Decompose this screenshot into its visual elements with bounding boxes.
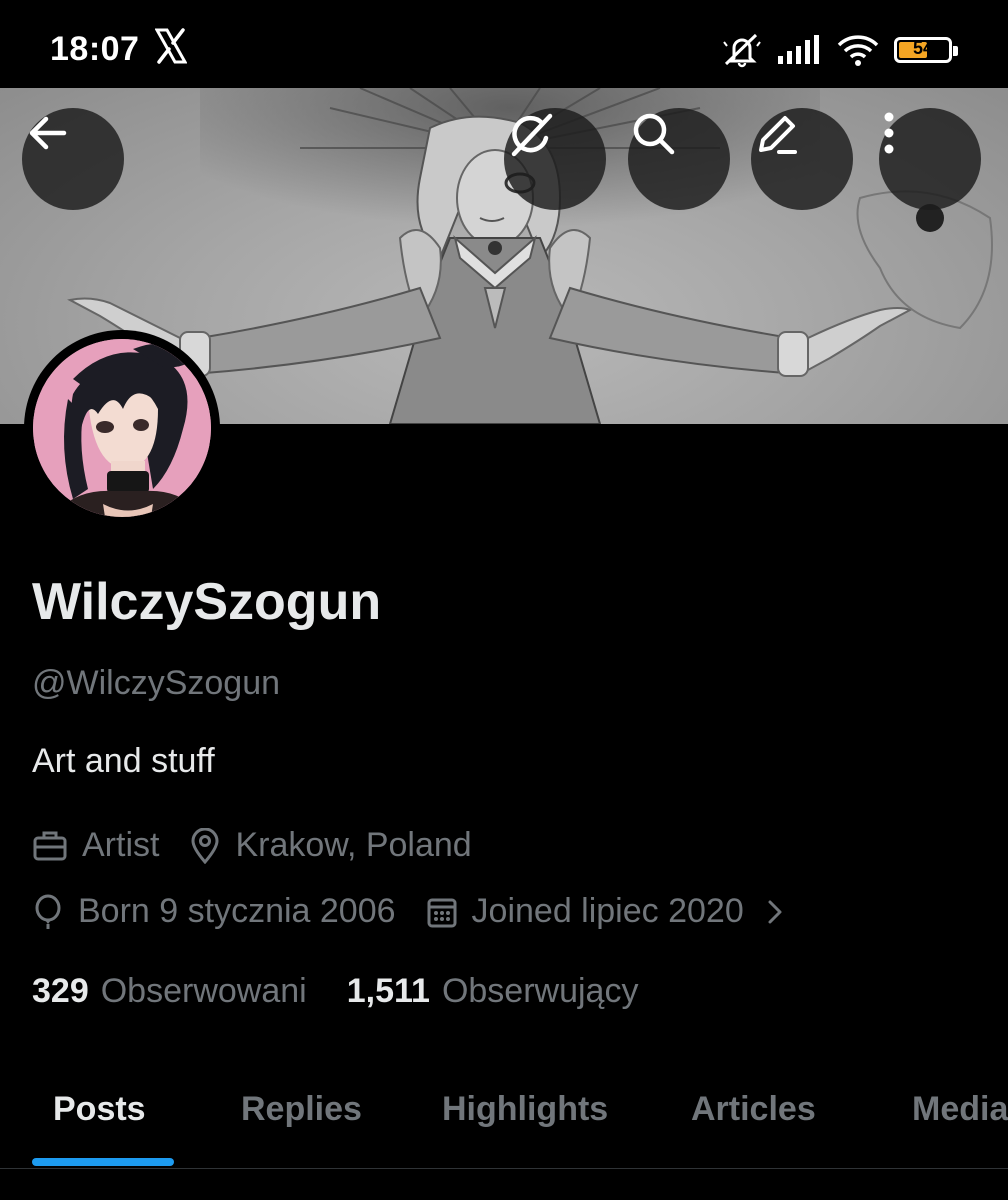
balloon-icon: [35, 894, 61, 929]
following-link[interactable]: 329 Obserwowani: [32, 972, 307, 1011]
follow-stats: 329 Obserwowani 1,511 Obserwujący: [32, 972, 678, 1011]
tab-posts[interactable]: Posts: [53, 1090, 146, 1129]
signal-icon: [778, 35, 819, 64]
edit-button[interactable]: [751, 108, 853, 210]
joined-item[interactable]: Joined lipiec 2020: [426, 892, 784, 931]
battery-icon: 54: [894, 37, 958, 63]
active-tab-indicator: [32, 1158, 174, 1166]
tab-articles[interactable]: Articles: [691, 1090, 816, 1129]
grok-button[interactable]: [504, 108, 606, 210]
avatar-artwork: [33, 339, 211, 517]
x-logo-icon: [155, 28, 187, 64]
profile-meta-row-2: Born 9 stycznia 2006 Joined lipiec 2020: [32, 892, 814, 931]
profession-text: Artist: [82, 826, 160, 864]
battery-level: 54: [912, 38, 934, 58]
grok-icon: [511, 113, 553, 157]
tab-media[interactable]: Media: [912, 1090, 1008, 1129]
briefcase-icon: [33, 831, 67, 860]
mute-icon: [723, 33, 761, 68]
search-button[interactable]: [628, 108, 730, 210]
back-button[interactable]: [22, 108, 124, 210]
location-pin-icon: [191, 827, 219, 864]
profession-item: Artist: [32, 826, 159, 865]
followers-label: Obserwujący: [441, 972, 639, 1010]
chevron-right-icon[interactable]: [766, 898, 784, 926]
location-item: Krakow, Poland: [189, 826, 472, 865]
search-icon: [633, 113, 675, 155]
avatar[interactable]: [24, 330, 220, 526]
birthdate-text: Born 9 stycznia 2006: [78, 892, 396, 930]
profile-tabs: Posts Replies Highlights Articles Media: [0, 1062, 1008, 1169]
wifi-icon: [837, 35, 879, 66]
clock: 18:07: [50, 30, 140, 68]
more-options-button[interactable]: [879, 108, 981, 210]
more-vertical-icon: [884, 112, 894, 154]
joined-text: Joined lipiec 2020: [471, 892, 744, 930]
profile-meta-row-1: Artist Krakow, Poland: [32, 826, 502, 865]
following-count: 329: [32, 972, 89, 1010]
display-name: WilczySzogun: [32, 573, 382, 631]
tab-replies[interactable]: Replies: [241, 1090, 362, 1129]
following-label: Obserwowani: [100, 972, 307, 1010]
calendar-icon: [427, 898, 457, 927]
followers-count: 1,511: [346, 972, 430, 1010]
back-arrow-icon: [29, 116, 67, 150]
edit-icon: [759, 116, 797, 154]
location-text: Krakow, Poland: [235, 826, 472, 864]
followers-link[interactable]: 1,511 Obserwujący: [347, 972, 639, 1011]
bio-text: Art and stuff: [32, 742, 215, 780]
tab-highlights[interactable]: Highlights: [442, 1090, 608, 1129]
username-handle: @WilczySzogun: [32, 664, 281, 702]
status-bar: 18:07 54: [0, 0, 1008, 88]
birthdate-item: Born 9 stycznia 2006: [32, 892, 396, 931]
